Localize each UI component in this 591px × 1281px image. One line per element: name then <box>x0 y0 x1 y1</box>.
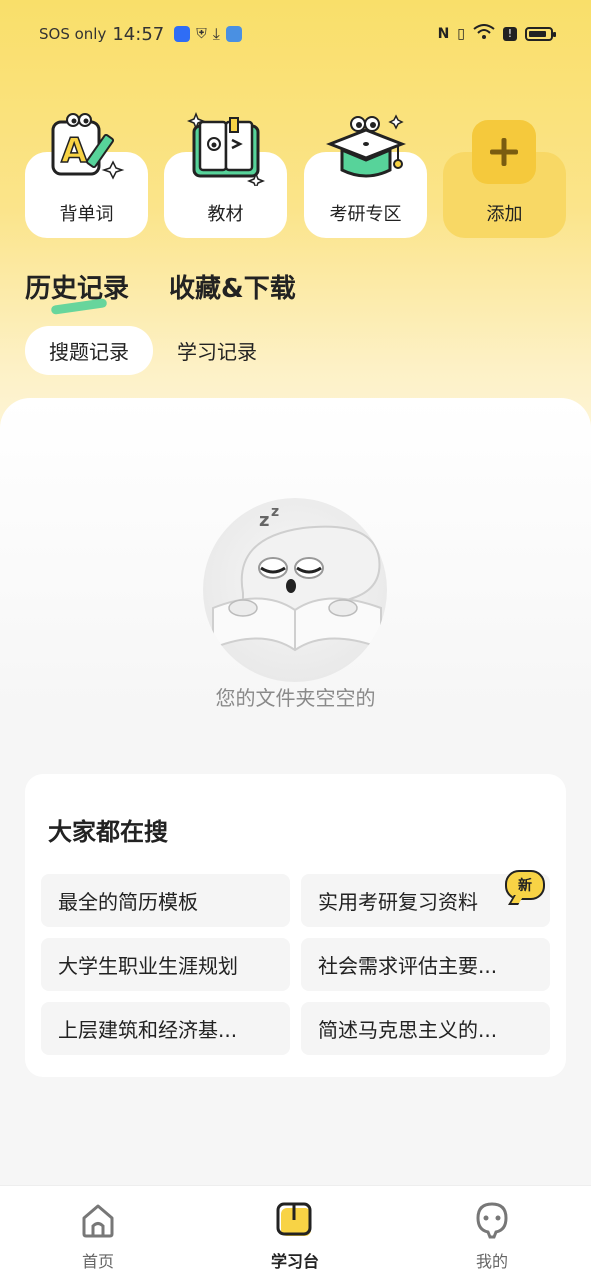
battery-icon <box>525 27 556 41</box>
nav-profile[interactable]: 我的 <box>432 1200 552 1272</box>
security-icon: ⛨ <box>196 26 207 42</box>
tool-label: 背单词 <box>59 204 114 225</box>
nav-label: 学习台 <box>270 1252 319 1271</box>
tools-row: A 背单词 教材 考研专区 添加 <box>25 110 566 240</box>
hot-search-item[interactable]: 上层建筑和经济基... <box>41 1002 290 1055</box>
tool-graduate-exam[interactable]: 考研专区 <box>304 114 427 238</box>
content-panel: z z 您的文件夹空空的 大家都在搜 最全的简历模板 实用考研复习资料 大学生职… <box>0 398 591 1188</box>
tab-search-records[interactable]: 搜题记录 <box>25 326 153 375</box>
tool-add[interactable]: 添加 <box>443 120 566 238</box>
tab-favorites-downloads[interactable]: 收藏&下载 <box>169 268 296 305</box>
sleeping-mascot-illustration: z z <box>203 498 387 682</box>
sub-tabs: 搜题记录 学习记录 <box>25 326 257 375</box>
hot-search-title: 大家都在搜 <box>48 818 168 846</box>
tool-label: 考研专区 <box>329 204 402 225</box>
tool-vocabulary[interactable]: A 背单词 <box>25 113 148 238</box>
carrier-text: SOS only <box>39 25 107 43</box>
empty-message: 您的文件夹空空的 <box>215 686 376 710</box>
study-desk-icon <box>276 1202 312 1236</box>
main-tabs: 历史记录 收藏&下载 <box>25 268 296 305</box>
textbook-icon <box>186 112 265 186</box>
tool-label: 教材 <box>207 204 244 225</box>
home-icon <box>82 1204 114 1238</box>
nav-label: 首页 <box>81 1252 114 1271</box>
app-notification-icon <box>225 26 242 42</box>
hot-search-item[interactable]: 最全的简历模板 <box>41 874 290 927</box>
status-bar: SOS only 14:57 ⛨ ⤓ N ▯ ! <box>0 18 591 50</box>
graduate-exam-icon <box>325 114 406 178</box>
new-badge: 新 <box>505 870 545 900</box>
hot-search-item[interactable]: 简述马克思主义的... <box>301 1002 550 1055</box>
vocabulary-icon: A <box>51 113 124 180</box>
hot-search-item[interactable]: 大学生职业生涯规划 <box>41 938 290 991</box>
tab-history[interactable]: 历史记录 <box>25 268 129 305</box>
tool-textbook[interactable]: 教材 <box>164 112 287 238</box>
shield-app-icon <box>174 26 191 42</box>
svg-text:z: z <box>271 504 279 520</box>
nfc-icon: N <box>437 26 450 42</box>
plus-icon <box>472 120 536 184</box>
svg-text:z: z <box>259 510 269 531</box>
tool-label: 添加 <box>486 204 523 225</box>
vibrate-icon: ▯ <box>457 26 465 42</box>
profile-icon <box>476 1202 508 1239</box>
download-icon: ⤓ <box>212 24 220 43</box>
tab-study-records[interactable]: 学习记录 <box>177 326 257 375</box>
hot-search-item[interactable]: 社会需求评估主要... <box>301 938 550 991</box>
hot-search-card: 大家都在搜 最全的简历模板 实用考研复习资料 大学生职业生涯规划 社会需求评估主… <box>25 774 566 1077</box>
svg-text:A: A <box>61 131 88 171</box>
nav-home[interactable]: 首页 <box>38 1200 158 1272</box>
clock: 14:57 <box>112 23 165 45</box>
nav-study-desk[interactable]: 学习台 <box>235 1200 355 1272</box>
nav-label: 我的 <box>475 1252 508 1271</box>
alert-icon: ! <box>503 27 517 41</box>
bottom-nav: 首页 学习台 我的 <box>0 1185 591 1281</box>
wifi-icon <box>473 24 495 44</box>
